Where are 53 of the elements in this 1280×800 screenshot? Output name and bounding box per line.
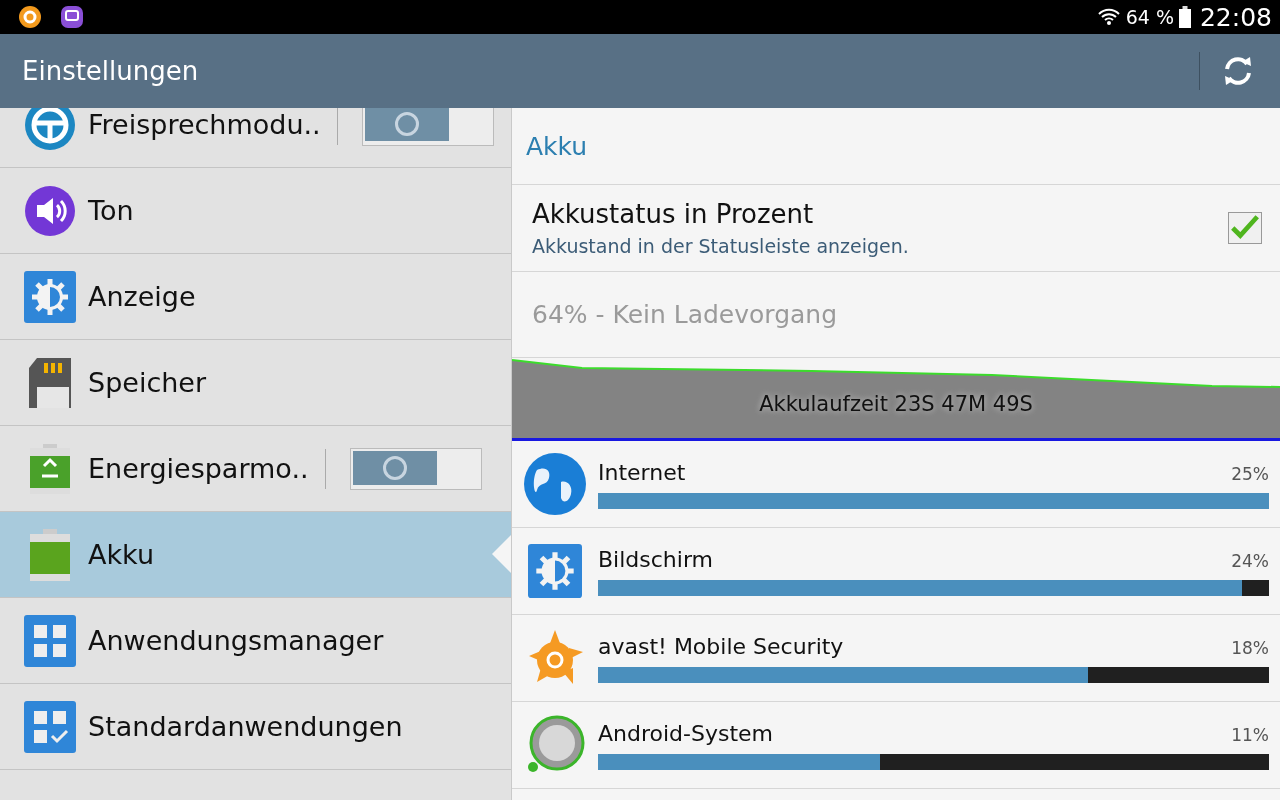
setting-title: Akkustatus in Prozent xyxy=(532,199,815,229)
charge-status: 64% - Kein Ladevorgang xyxy=(512,272,1280,358)
metal-disc-icon xyxy=(525,715,585,775)
item-label: Freisprechmodu.. xyxy=(88,109,321,140)
steering-wheel-icon xyxy=(24,108,76,151)
settings-item[interactable]: Energiesparmo.. xyxy=(0,426,511,512)
checkbox[interactable] xyxy=(1228,212,1262,244)
app-usage-row[interactable]: Android-System 11% xyxy=(512,702,1280,789)
item-label: Speicher xyxy=(88,367,207,398)
sd-card-icon xyxy=(29,357,71,408)
settings-item[interactable]: Freisprechmodu.. xyxy=(0,108,511,168)
item-label: Anzeige xyxy=(88,281,196,312)
battery-time-label: Akkulaufzeit 23S 47M 49S xyxy=(759,392,1033,416)
usage-percent: 24% xyxy=(1231,550,1269,571)
app-name: Internet xyxy=(598,459,686,485)
setting-subtitle: Akkustand in der Statusleiste anzeigen. xyxy=(532,235,909,257)
usage-percent: 18% xyxy=(1231,637,1269,658)
app-usage-row[interactable]: Bildschirm 24% xyxy=(512,528,1280,615)
notification-app-icon xyxy=(18,5,42,29)
battery-icon xyxy=(1178,6,1191,28)
recycle-battery-icon xyxy=(30,443,70,494)
toggle-switch[interactable] xyxy=(349,447,482,490)
usage-percent: 25% xyxy=(1231,463,1269,484)
settings-item[interactable]: Speicher xyxy=(0,340,511,426)
settings-item[interactable]: Akku xyxy=(0,512,511,598)
usage-percent: 11% xyxy=(1231,724,1269,745)
settings-item[interactable]: Anzeige xyxy=(0,254,511,340)
app-name: Android-System xyxy=(598,720,774,746)
toggle-switch[interactable] xyxy=(361,108,494,146)
chat-app-icon xyxy=(60,5,84,29)
app-usage-row[interactable]: Internet 25% xyxy=(512,441,1280,528)
brightness-icon xyxy=(24,270,76,323)
app-name: Bildschirm xyxy=(598,546,713,572)
app-usage-row[interactable]: avast! Mobile Security 18% xyxy=(512,615,1280,702)
battery-percent: 64 % xyxy=(1125,6,1174,28)
item-label: Standardanwendungen xyxy=(88,711,403,742)
app-grid-check-icon xyxy=(24,700,76,753)
item-label: Energiesparmo.. xyxy=(88,453,309,484)
brightness-icon xyxy=(528,544,582,598)
item-label: Ton xyxy=(88,195,134,226)
item-label: Anwendungsmanager xyxy=(88,625,384,656)
battery-icon xyxy=(30,528,70,581)
section-heading: Akku xyxy=(512,108,1280,185)
clock: 22:08 xyxy=(1199,2,1272,32)
settings-item[interactable]: Anwendungsmanager xyxy=(0,598,511,684)
settings-item[interactable]: Ton xyxy=(0,168,511,254)
screen-title: Einstellungen xyxy=(22,56,199,86)
globe-icon xyxy=(523,452,587,516)
settings-item[interactable]: Standardanwendungen xyxy=(0,684,511,770)
speaker-icon xyxy=(24,184,76,237)
item-label: Akku xyxy=(88,539,155,570)
app-name: avast! Mobile Security xyxy=(598,633,844,659)
app-grid-icon xyxy=(24,614,76,667)
